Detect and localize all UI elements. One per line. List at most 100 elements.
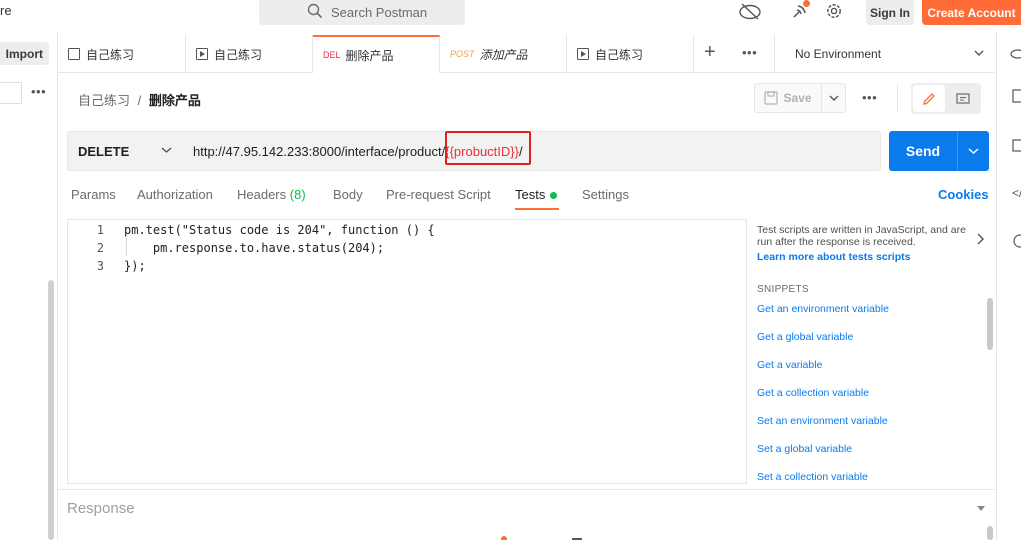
tab-label: 自己练习: [595, 47, 644, 62]
code-line[interactable]: });: [124, 257, 146, 275]
sidebar-more-icon[interactable]: •••: [31, 84, 46, 99]
chevron-down-icon: [161, 147, 172, 153]
snippet-item[interactable]: Set a collection variable: [757, 471, 868, 483]
tab-collection-1[interactable]: 自己练习: [58, 35, 186, 73]
tab-params[interactable]: Params: [71, 187, 116, 202]
code-line[interactable]: pm.test("Status code is 204", function (…: [124, 221, 435, 239]
url-prefix: http://47.95.142.233:8000/interface/prod…: [193, 143, 446, 159]
snippets-scrollbar[interactable]: [987, 298, 993, 350]
tab-label: 删除产品: [345, 48, 394, 63]
search-box[interactable]: Search Postman: [259, 0, 465, 25]
line-number: 1: [96, 223, 104, 237]
tab-tests[interactable]: Tests: [515, 187, 545, 202]
satellite-icon[interactable]: [789, 0, 811, 21]
breadcrumb-parent[interactable]: 自己练习: [78, 93, 130, 108]
tab-headers[interactable]: Headers (8): [237, 187, 306, 202]
tab-label: 自己练习: [86, 47, 135, 62]
file-icon: [68, 48, 80, 60]
tab-prerequest[interactable]: Pre-request Script: [386, 187, 491, 202]
tab-headers-label: Headers: [237, 187, 287, 202]
learn-more-link[interactable]: Learn more about tests scripts: [757, 251, 910, 263]
tab-add-product[interactable]: POST 添加产品: [440, 35, 567, 73]
send-label: Send: [905, 143, 941, 159]
tab-label: 自己练习: [214, 47, 263, 62]
breadcrumb-current: 删除产品: [148, 93, 201, 108]
tab-runner-2[interactable]: 自己练习: [567, 35, 694, 73]
info-icon[interactable]: [1012, 234, 1021, 248]
tests-active-dot: [550, 192, 557, 199]
tab-label: 添加产品: [479, 47, 528, 62]
snippets-description: Test scripts are written in JavaScript, …: [757, 224, 966, 248]
comments-icon[interactable]: [1012, 139, 1021, 153]
snippet-item[interactable]: Get a global variable: [757, 331, 853, 343]
environment-label: No Environment: [795, 47, 882, 61]
url-variable-highlight: [445, 131, 531, 165]
response-divider: [58, 489, 995, 490]
snippet-item[interactable]: Get a collection variable: [757, 387, 869, 399]
snippet-item[interactable]: Get a variable: [757, 359, 822, 371]
chevron-down-icon: [968, 148, 979, 155]
code-line[interactable]: pm.response.to.have.status(204);: [124, 239, 384, 257]
send-options-button[interactable]: [958, 147, 989, 155]
eye-icon[interactable]: [1010, 48, 1021, 60]
code-icon[interactable]: </: [1012, 186, 1021, 200]
chevron-right-icon[interactable]: [976, 233, 984, 245]
chevron-down-icon: [829, 95, 838, 101]
create-account-button[interactable]: Create Account: [922, 0, 1021, 25]
environment-selector[interactable]: No Environment: [774, 35, 995, 73]
edit-mode-button[interactable]: [913, 85, 945, 112]
caret-down-icon[interactable]: [976, 505, 986, 512]
snippet-item[interactable]: Set a global variable: [757, 443, 852, 455]
tab-method-badge: POST: [450, 49, 475, 59]
headers-count: (8): [289, 187, 306, 202]
documentation-icon[interactable]: [1012, 89, 1021, 103]
notification-dot: [803, 0, 810, 7]
runner-icon: [196, 48, 208, 60]
line-number: 3: [96, 259, 104, 273]
snippet-item[interactable]: Set an environment variable: [757, 415, 888, 427]
response-scrollbar[interactable]: [987, 526, 993, 540]
app-name-partial: re: [0, 3, 12, 18]
save-button[interactable]: Save: [754, 83, 822, 113]
save-label: Save: [783, 91, 812, 105]
tests-editor[interactable]: [67, 219, 747, 484]
tabs-more-icon[interactable]: •••: [742, 45, 757, 60]
sidebar-scrollbar[interactable]: [48, 280, 54, 540]
tab-body[interactable]: Body: [333, 187, 363, 202]
tab-runner-1[interactable]: 自己练习: [186, 35, 313, 73]
breadcrumb: 自己练习 / 删除产品: [78, 90, 201, 109]
sign-in-button[interactable]: Sign In: [866, 0, 914, 25]
search-icon: [307, 3, 323, 19]
snippet-item[interactable]: Get an environment variable: [757, 303, 889, 315]
cookies-link[interactable]: Cookies: [938, 187, 989, 202]
sidebar-filter-box[interactable]: [0, 82, 22, 104]
toolbar-divider: [897, 84, 898, 112]
url-input[interactable]: http://47.95.142.233:8000/interface/prod…: [182, 131, 881, 171]
cloud-offline-icon[interactable]: [737, 1, 763, 21]
breadcrumb-separator: /: [137, 93, 142, 108]
runner-icon: [577, 48, 589, 60]
method-label: DELETE: [78, 143, 130, 159]
save-options-button[interactable]: [821, 83, 846, 113]
search-placeholder: Search Postman: [331, 5, 428, 20]
request-more-icon[interactable]: •••: [862, 90, 877, 105]
tab-method-badge: DEL: [323, 50, 341, 60]
tab-delete-product[interactable]: DEL 删除产品: [313, 35, 440, 73]
tab-authorization[interactable]: Authorization: [137, 187, 213, 202]
import-button[interactable]: Import: [0, 42, 49, 65]
indent-guide: [126, 238, 127, 256]
response-title: Response: [67, 500, 135, 517]
gear-icon[interactable]: [824, 1, 844, 21]
pointer-indicator: [501, 536, 507, 540]
comment-icon: [956, 92, 970, 104]
save-icon: [764, 91, 779, 105]
line-number: 2: [96, 241, 104, 255]
doc-mode-button[interactable]: [947, 85, 979, 112]
snippets-title: SNIPPETS: [757, 284, 809, 295]
right-rail: [996, 32, 1021, 540]
tab-settings[interactable]: Settings: [582, 187, 629, 202]
send-button[interactable]: Send: [889, 131, 989, 171]
chevron-down-icon: [974, 50, 984, 56]
new-tab-plus-icon[interactable]: +: [704, 42, 716, 62]
pencil-icon: [923, 92, 935, 105]
